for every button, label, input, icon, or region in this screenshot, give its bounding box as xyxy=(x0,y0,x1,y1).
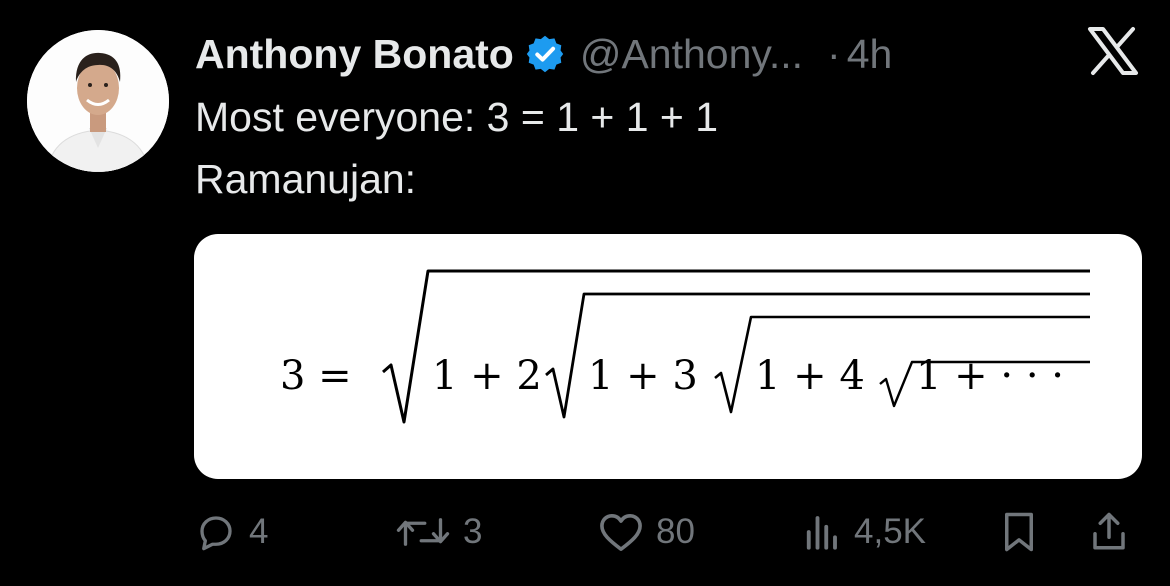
repost-button[interactable]: 3 xyxy=(395,508,482,556)
tweet-header: Anthony Bonato @Anthony... · 4h xyxy=(195,26,892,82)
share-icon xyxy=(1088,509,1130,555)
repost-count: 3 xyxy=(463,512,483,551)
repost-icon xyxy=(395,511,451,553)
verified-badge-icon xyxy=(524,33,566,75)
separator-dot: · xyxy=(827,30,841,77)
bookmark-button[interactable] xyxy=(998,508,1040,556)
formula-term-2: 1 + 3 xyxy=(588,353,698,399)
share-button[interactable] xyxy=(1088,508,1130,556)
like-count: 80 xyxy=(656,512,695,551)
bookmark-icon xyxy=(998,509,1040,555)
tweet-media-image[interactable]: 3 = 1 + 2 1 + 3 1 + 4 1 + · · · xyxy=(194,234,1142,479)
formula-term-1: 1 + 2 xyxy=(432,353,542,399)
like-button[interactable]: 80 xyxy=(598,508,695,556)
avatar-photo xyxy=(27,30,169,172)
x-logo-icon[interactable] xyxy=(1086,26,1140,76)
tweet-text-line-1: Most everyone: 3 = 1 + 1 + 1 xyxy=(195,94,719,140)
display-name[interactable]: Anthony Bonato xyxy=(195,31,514,78)
reply-icon xyxy=(195,511,237,553)
tweet-text-line-2: Ramanujan: xyxy=(195,156,417,202)
ramanujan-formula: 3 = 1 + 2 1 + 3 1 + 4 1 + · · · xyxy=(280,269,1090,424)
heart-icon xyxy=(598,511,644,553)
views-chart-icon xyxy=(800,511,842,553)
view-count: 4,5K xyxy=(854,512,926,551)
reply-button[interactable]: 4 xyxy=(195,508,268,556)
views-button[interactable]: 4,5K xyxy=(800,508,926,556)
formula-term-4: 1 + · · · xyxy=(916,353,1064,399)
formula-term-3: 1 + 4 xyxy=(755,353,865,399)
reply-count: 4 xyxy=(249,512,269,551)
timestamp[interactable]: 4h xyxy=(847,31,893,78)
formula-lhs: 3 = xyxy=(280,353,352,399)
user-handle[interactable]: @Anthony... xyxy=(580,31,803,78)
tweet-actions: 4 3 80 4,5K xyxy=(0,500,1170,564)
avatar[interactable] xyxy=(27,30,169,172)
